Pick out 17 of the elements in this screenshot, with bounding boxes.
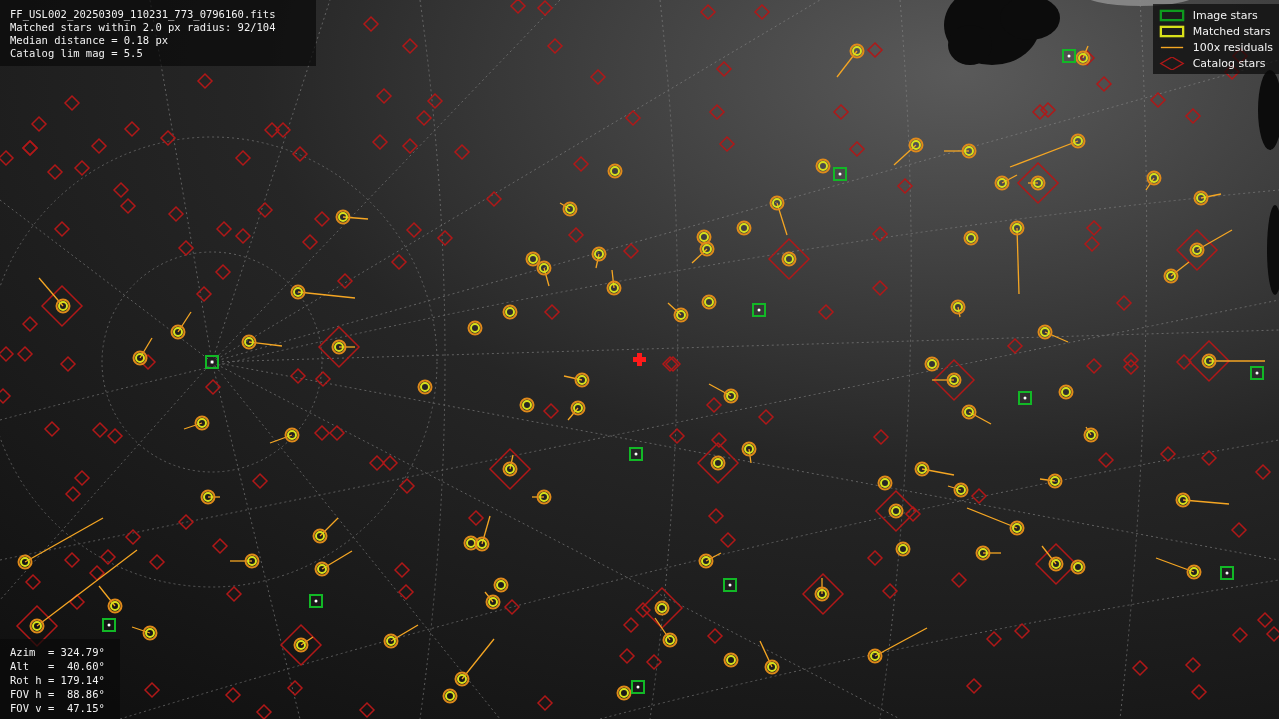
pointing-text: Rot h = 179.14° xyxy=(10,673,106,687)
square-outline-icon xyxy=(1158,24,1185,38)
center-cross-icon xyxy=(633,353,646,366)
legend-label: 100x residuals xyxy=(1192,40,1273,54)
info-text: FF_USL002_20250309_110231_773_0796160.fits xyxy=(10,8,277,21)
info-text: Catalog lim mag = 5.5 xyxy=(10,47,144,60)
pointing-text: FOV v = 47.15° xyxy=(10,701,106,715)
diamond-icon xyxy=(1158,56,1185,70)
legend-label: Image stars xyxy=(1192,8,1258,22)
info-text: Matched stars within 2.0 px radius: 92/104 xyxy=(10,21,277,34)
pointing-text: Azim = 324.79° xyxy=(10,645,106,659)
info-text: Median distance = 0.18 px xyxy=(10,34,170,47)
legend-label: Matched stars xyxy=(1192,24,1271,38)
pointing-text: Alt = 40.60° xyxy=(10,659,106,673)
pointing-text: FOV h = 88.86° xyxy=(10,687,106,701)
square-outline-icon xyxy=(1158,8,1185,22)
legend-label: Catalog stars xyxy=(1192,56,1266,70)
